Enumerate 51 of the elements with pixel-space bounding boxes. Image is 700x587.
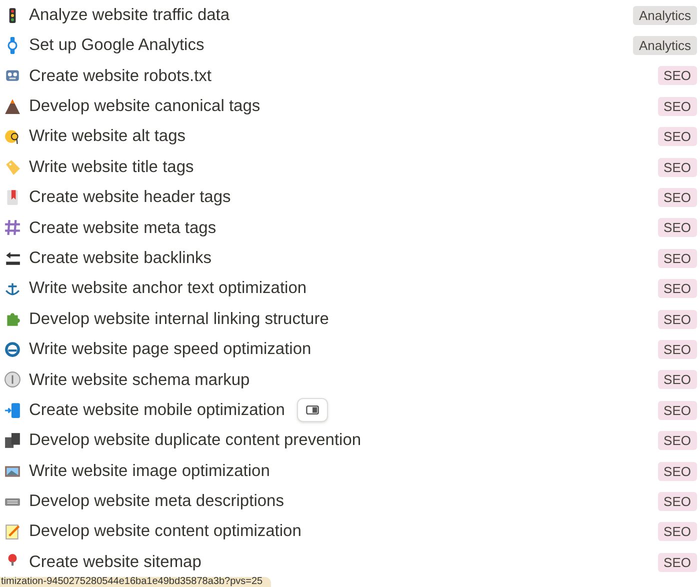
task-title[interactable]: Write website page speed optimization bbox=[29, 337, 312, 362]
task-title[interactable]: Set up Google Analytics bbox=[29, 33, 204, 58]
open-side-peek-button[interactable] bbox=[296, 398, 328, 422]
task-title[interactable]: Develop website meta descriptions bbox=[29, 489, 284, 514]
memo-icon bbox=[4, 523, 21, 540]
task-title[interactable]: Create website header tags bbox=[29, 185, 231, 210]
task-title[interactable]: Write website alt tags bbox=[29, 124, 186, 150]
task-title[interactable]: Develop website canonical tags bbox=[29, 94, 260, 119]
task-title[interactable]: Create website mobile optimization bbox=[29, 398, 285, 423]
tag: Analytics bbox=[632, 6, 697, 25]
link-url-tooltip: timization-9450275280544e16ba1e49bd35878a3b?pvs=25 bbox=[0, 577, 271, 587]
tag: SEO bbox=[658, 218, 697, 238]
tag: SEO bbox=[658, 522, 697, 542]
tag: SEO bbox=[658, 431, 697, 450]
tag: SEO bbox=[658, 279, 697, 298]
task-title[interactable]: Write website title tags bbox=[29, 154, 194, 180]
task-title[interactable]: Write website image optimization bbox=[29, 458, 270, 484]
tag: SEO bbox=[658, 462, 697, 481]
task-title[interactable]: Create website meta tags bbox=[29, 216, 216, 240]
tag: SEO bbox=[658, 188, 697, 208]
hash-icon bbox=[4, 219, 21, 236]
tag: SEO bbox=[658, 400, 697, 420]
task-title[interactable]: Develop website content optimization bbox=[29, 519, 302, 544]
tag: SEO bbox=[658, 370, 697, 390]
anchor-icon bbox=[4, 280, 21, 298]
tag: SEO bbox=[658, 248, 697, 268]
tag: SEO bbox=[658, 310, 697, 329]
tag: Analytics bbox=[632, 36, 697, 56]
tag: SEO bbox=[658, 158, 697, 177]
puzzle-icon bbox=[4, 310, 21, 328]
phone-arrow-icon bbox=[4, 402, 21, 419]
task-title[interactable]: Analyze website traffic data bbox=[29, 2, 230, 28]
tag: SEO bbox=[658, 340, 697, 359]
tag: SEO bbox=[658, 552, 697, 572]
tag: SEO bbox=[658, 96, 697, 116]
task-title[interactable]: Develop website internal linking structure bbox=[29, 306, 329, 332]
task-title[interactable]: Develop website duplicate content prevention bbox=[29, 428, 362, 454]
side-panel-icon bbox=[306, 405, 319, 416]
task-title[interactable]: Create website sitemap bbox=[29, 550, 202, 575]
task-title[interactable]: Write website schema markup bbox=[29, 368, 250, 392]
info-circle-icon bbox=[4, 371, 21, 388]
label-tag-icon bbox=[4, 158, 21, 176]
tag: SEO bbox=[658, 66, 697, 86]
task-title[interactable]: Create website backlinks bbox=[29, 246, 212, 271]
tag: SEO bbox=[658, 492, 697, 511]
task-title[interactable]: Create website robots.txt bbox=[29, 64, 212, 88]
tag: SEO bbox=[658, 127, 697, 146]
back-arrow-icon bbox=[4, 250, 21, 267]
task-title[interactable]: Write website anchor text optimization bbox=[29, 276, 307, 302]
documents-icon bbox=[4, 432, 21, 450]
bookmark-icon bbox=[4, 189, 21, 206]
